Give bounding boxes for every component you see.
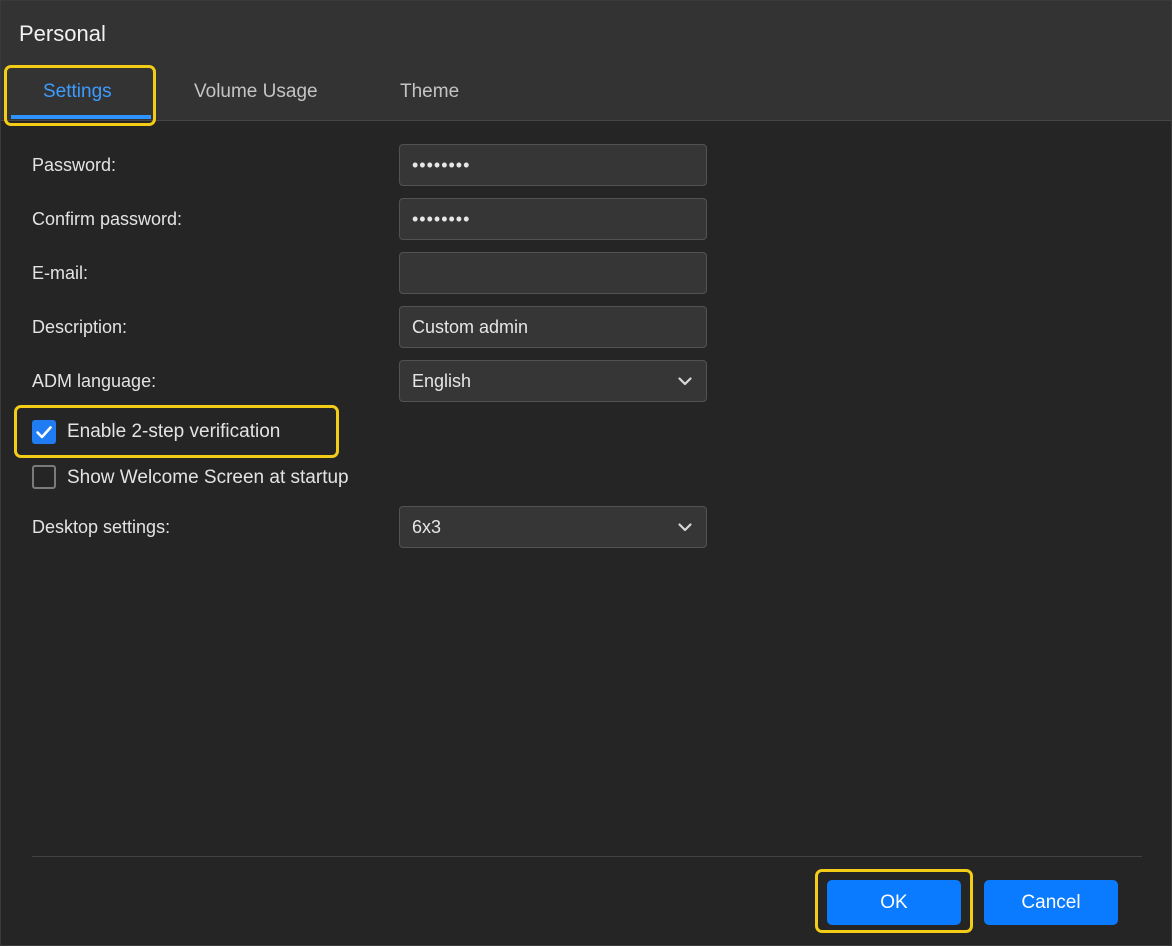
welcome-screen-checkbox[interactable] — [32, 465, 56, 489]
password-field[interactable]: •••••••• — [399, 144, 707, 186]
desktop-settings-label: Desktop settings: — [32, 517, 171, 537]
checkmark-icon — [36, 426, 52, 439]
password-value: •••••••• — [412, 154, 471, 175]
email-label: E-mail: — [32, 263, 89, 283]
confirm-password-label: Confirm password: — [32, 209, 183, 229]
chevron-down-icon — [676, 372, 694, 390]
footer-divider — [32, 856, 1142, 857]
description-label: Description: — [32, 317, 128, 337]
dialog-header: Personal Settings Volume Usage Theme — [1, 1, 1171, 121]
tab-theme[interactable]: Theme — [400, 81, 459, 103]
tab-settings[interactable]: Settings — [43, 81, 112, 103]
two-step-checkbox[interactable] — [32, 420, 56, 444]
welcome-screen-label[interactable]: Show Welcome Screen at startup — [67, 467, 349, 489]
two-step-label[interactable]: Enable 2-step verification — [67, 421, 280, 443]
email-field[interactable] — [399, 252, 707, 294]
ok-button[interactable]: OK — [827, 880, 961, 925]
desktop-settings-value: 6x3 — [412, 516, 442, 537]
adm-language-label: ADM language: — [32, 371, 157, 391]
confirm-password-field[interactable]: •••••••• — [399, 198, 707, 240]
dialog-title: Personal — [19, 21, 106, 46]
adm-language-select[interactable]: English — [399, 360, 707, 402]
tab-volume-usage[interactable]: Volume Usage — [194, 81, 318, 103]
password-label: Password: — [32, 155, 117, 175]
description-value: Custom admin — [412, 316, 529, 337]
description-field[interactable]: Custom admin — [399, 306, 707, 348]
chevron-down-icon — [676, 518, 694, 536]
adm-language-value: English — [412, 370, 472, 391]
confirm-password-value: •••••••• — [412, 208, 471, 229]
active-tab-indicator — [11, 115, 151, 119]
desktop-settings-select[interactable]: 6x3 — [399, 506, 707, 548]
cancel-button[interactable]: Cancel — [984, 880, 1118, 925]
personal-dialog: Personal Settings Volume Usage Theme Pas… — [0, 0, 1172, 946]
